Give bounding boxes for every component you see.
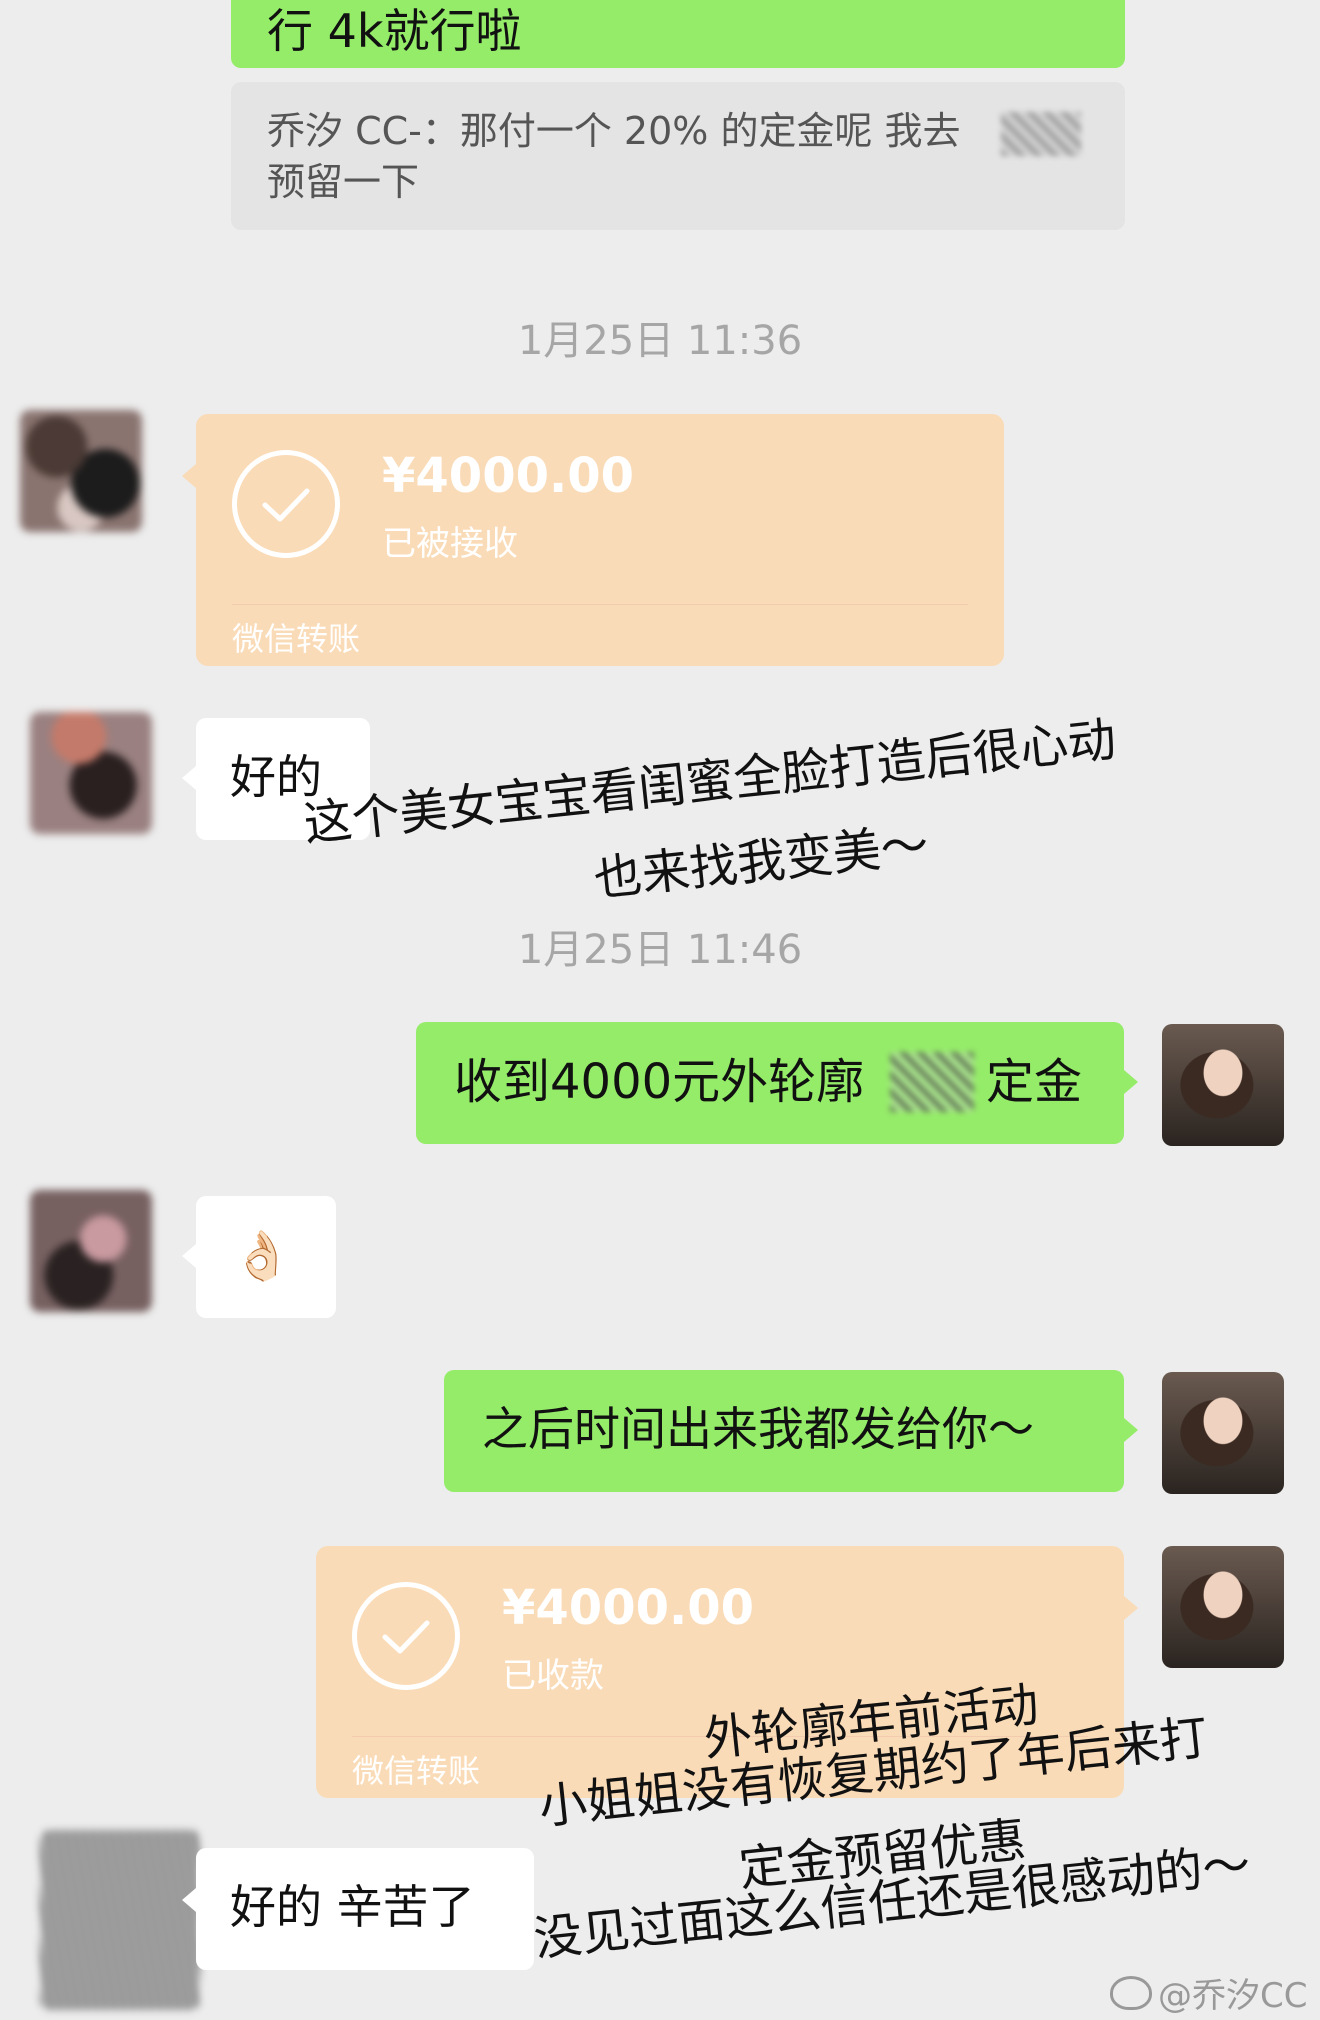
check-circle-icon: [352, 1582, 460, 1690]
quoted-text-line2: 预留一下: [267, 160, 420, 205]
transfer-amount: ¥4000.00: [382, 448, 635, 504]
message-text: 行 4k就行啦: [267, 4, 522, 58]
transfer-brand-label: 微信转账: [352, 1752, 481, 1790]
message-text-suffix: 定金: [986, 1054, 1083, 1110]
bubble-tail: [1124, 1596, 1138, 1620]
weibo-icon: [1110, 1975, 1152, 2010]
weibo-watermark: @乔汐CC: [1110, 1968, 1307, 2017]
transfer-status: 已被接收: [382, 524, 518, 564]
censor-mosaic: [890, 1052, 974, 1112]
contact-avatar[interactable]: [20, 410, 142, 532]
message-bubble-sent[interactable]: 收到4000元外轮廓 定金: [416, 1022, 1124, 1144]
quoted-text-line1: 乔汐 CC-：那付一个 20% 的定金呢 我去: [267, 109, 961, 153]
contact-avatar[interactable]: [30, 712, 152, 834]
contact-avatar[interactable]: [40, 1830, 200, 2010]
user-avatar[interactable]: [1162, 1372, 1284, 1494]
watermark-text: @乔汐CC: [1158, 1976, 1308, 2016]
timestamp: 1月25日 11:36: [517, 318, 803, 364]
ok-hand-emoji: 👌🏻: [232, 1228, 292, 1284]
transfer-amount: ¥4000.00: [502, 1580, 755, 1636]
message-text-prefix: 收到4000元外轮廓: [454, 1054, 865, 1110]
bubble-tail: [1124, 1070, 1138, 1094]
quoted-message[interactable]: 乔汐 CC-：那付一个 20% 的定金呢 我去 预留一下: [231, 82, 1125, 230]
check-circle-icon: [232, 450, 340, 558]
bubble-tail: [1124, 1418, 1138, 1442]
message-bubble-received[interactable]: 好的 辛苦了: [196, 1848, 534, 1970]
timestamp: 1月25日 11:46: [517, 927, 803, 973]
contact-avatar[interactable]: [30, 1190, 152, 1312]
message-bubble-sent[interactable]: 之后时间出来我都发给你～: [444, 1370, 1124, 1492]
transfer-card-received[interactable]: ¥4000.00 已被接收 微信转账: [196, 414, 1004, 666]
transfer-status: 已收款: [502, 1656, 604, 1696]
annotation-line: 也来找我变美～: [591, 816, 932, 908]
transfer-brand-label: 微信转账: [232, 620, 361, 658]
bubble-tail: [182, 766, 196, 790]
user-avatar[interactable]: [1162, 1024, 1284, 1146]
bubble-tail: [182, 1244, 196, 1268]
divider: [232, 604, 968, 605]
message-bubble-sent-partial[interactable]: 行 4k就行啦: [231, 0, 1125, 68]
censor-mosaic: [1001, 112, 1081, 156]
message-text: 好的 辛苦了: [230, 1880, 475, 1934]
bubble-tail: [182, 1888, 196, 1912]
user-avatar[interactable]: [1162, 1546, 1284, 1668]
message-text: 之后时间出来我都发给你～: [482, 1402, 1034, 1456]
message-bubble-received[interactable]: 👌🏻: [196, 1196, 336, 1318]
bubble-tail: [182, 464, 196, 488]
